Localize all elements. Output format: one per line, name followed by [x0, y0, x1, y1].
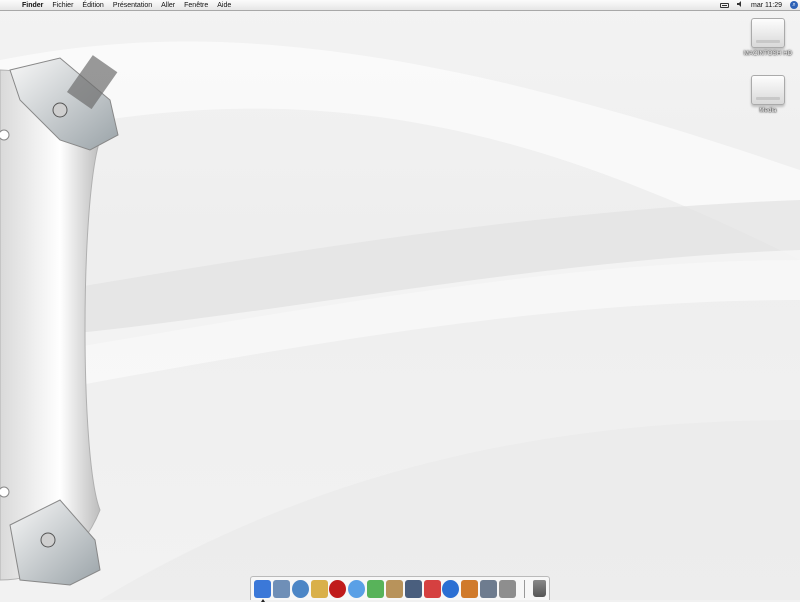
menu-aller[interactable]: Aller [161, 2, 175, 9]
desktop-icon-label: Media [759, 108, 777, 114]
media-drive-icon[interactable] [751, 75, 785, 105]
desktop [0, 0, 800, 600]
dock-quicktime-red-icon[interactable] [329, 579, 347, 598]
powermac-wallpaper-art [0, 55, 119, 586]
dock-safari-icon[interactable] [291, 579, 309, 598]
menu-finder[interactable]: Finder [22, 2, 43, 9]
menu-extras: mar 11:29 ⌕ [720, 0, 800, 10]
running-indicator [261, 598, 265, 602]
dock-trash-icon[interactable] [532, 580, 547, 597]
dock-ichat-icon[interactable] [348, 579, 366, 598]
spotlight-icon[interactable]: ⌕ [790, 1, 798, 9]
menu-aide[interactable]: Aide [217, 2, 231, 9]
hard-drive-icon[interactable] [751, 18, 785, 48]
menu-fenetre[interactable]: Fenêtre [184, 2, 208, 9]
dock-preview-icon[interactable] [461, 579, 479, 598]
menu-clock[interactable]: mar 11:29 [751, 2, 782, 9]
dock-mail-icon[interactable] [272, 579, 290, 598]
dock-finder-icon[interactable] [254, 579, 272, 602]
dock-address-book-icon[interactable] [385, 579, 403, 598]
dock-itunes-icon[interactable] [367, 579, 385, 598]
dock-utilities-icon[interactable] [480, 579, 498, 598]
dock-textedit-icon[interactable] [310, 579, 328, 598]
menu-presentation[interactable]: Présentation [113, 2, 152, 9]
dock-separator [523, 579, 525, 598]
desktop-icon-media[interactable]: Media [738, 75, 798, 114]
menu-bar: Finder Fichier Édition Présentation Alle… [0, 0, 800, 11]
battery-icon[interactable] [720, 2, 729, 8]
volume-icon[interactable] [737, 1, 743, 9]
menu-edition[interactable]: Édition [82, 2, 103, 9]
desktop-icon-macintosh-hd[interactable]: MACINTOSH HD [738, 18, 798, 57]
dock-ical-icon[interactable] [423, 579, 441, 598]
menu-fichier[interactable]: Fichier [52, 2, 73, 9]
desktop-icon-label: MACINTOSH HD [743, 51, 793, 57]
dock [250, 576, 550, 602]
dock-system-prefs-icon[interactable] [498, 579, 517, 598]
dock-iphoto-icon[interactable] [404, 579, 422, 598]
dock-quicktime-icon[interactable] [442, 579, 460, 598]
